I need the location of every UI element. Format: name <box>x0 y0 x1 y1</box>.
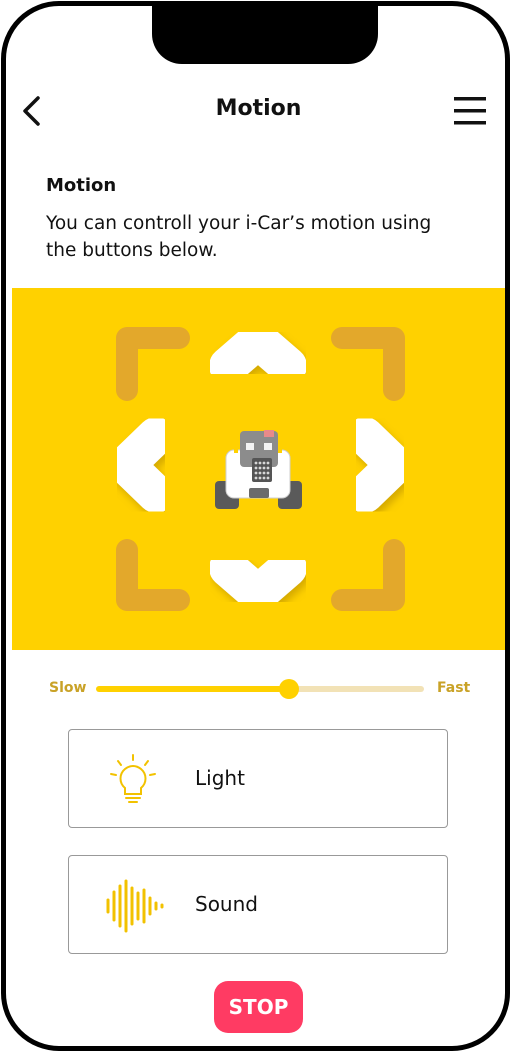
right-arrow-icon <box>346 417 414 513</box>
left-arrow-icon <box>107 417 175 513</box>
corner-bracket-bottom-right <box>331 539 405 611</box>
speed-slider-fill[interactable] <box>96 686 282 692</box>
corner-bracket-bottom-left <box>116 539 190 611</box>
light-button[interactable]: Light <box>68 729 448 828</box>
sound-label: Sound <box>195 892 258 916</box>
section-title: Motion <box>46 175 117 196</box>
speed-slider-thumb[interactable] <box>279 679 299 699</box>
up-arrow-button[interactable] <box>209 321 307 385</box>
page-title: Motion <box>215 96 302 121</box>
motion-pad <box>12 288 505 650</box>
speed-slider-track[interactable] <box>296 686 424 692</box>
down-arrow-icon <box>209 549 307 613</box>
light-label: Light <box>195 766 245 790</box>
right-arrow-button[interactable] <box>346 417 414 513</box>
phone-notch <box>152 6 378 64</box>
hamburger-menu-icon <box>454 97 486 125</box>
sound-button[interactable]: Sound <box>68 855 448 954</box>
section-description: You can controll your i-Car’s motion usi… <box>46 213 432 261</box>
speed-slow-label: Slow <box>49 680 87 696</box>
speed-fast-label: Fast <box>437 680 471 696</box>
down-arrow-button[interactable] <box>209 549 307 613</box>
menu-button[interactable] <box>452 96 488 126</box>
corner-bracket-top-right <box>331 327 405 401</box>
corner-bracket-top-left <box>116 327 190 401</box>
lightbulb-icon <box>105 752 161 808</box>
robot-car-icon <box>215 430 302 509</box>
left-arrow-button[interactable] <box>107 417 175 513</box>
stop-button[interactable]: STOP <box>214 981 303 1033</box>
sound-wave-icon <box>105 878 164 934</box>
up-arrow-icon <box>209 321 307 385</box>
